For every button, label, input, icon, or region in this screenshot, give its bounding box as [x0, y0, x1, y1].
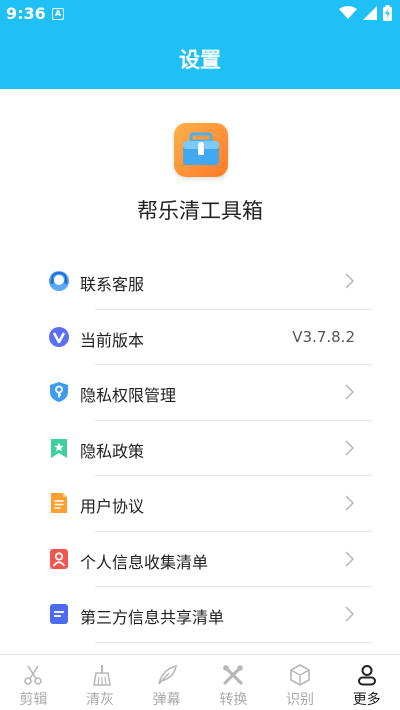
broom-icon: [93, 665, 111, 686]
menu-item-personal-info-list[interactable]: 个人信息收集清单: [0, 532, 400, 587]
version-value: V3.7.8.2: [292, 327, 355, 346]
tab-clean[interactable]: 清灰: [67, 655, 134, 710]
status-time: 9:36: [6, 4, 46, 23]
person-icon: [357, 665, 376, 686]
divider: [95, 641, 372, 643]
tab-recognize[interactable]: 识别: [267, 655, 334, 710]
status-bar: 9:36 A: [0, 0, 400, 28]
tab-label: 弹幕: [152, 692, 181, 708]
person-card-icon: [50, 548, 68, 569]
menu-item-label: 隐私政策: [80, 441, 145, 461]
tab-label: 识别: [286, 692, 315, 708]
tab-label: 清灰: [86, 692, 114, 708]
menu-item-privacy-permissions[interactable]: 隐私权限管理: [0, 365, 400, 421]
chevron-right-icon: [345, 384, 354, 400]
chevron-right-icon: [345, 606, 354, 622]
menu-item-third-party-list[interactable]: 第三方信息共享清单: [0, 587, 400, 643]
menu-item-label: 隐私权限管理: [80, 386, 177, 405]
status-icons: [339, 5, 392, 21]
battery-icon: [383, 5, 392, 21]
tools-icon: [223, 665, 244, 685]
menu-item-user-agreement[interactable]: 用户协议: [0, 476, 400, 532]
chevron-right-icon: [345, 273, 354, 289]
cube-icon: [290, 664, 310, 686]
settings-menu: 联系客服 当前版本 V3.7.8.2 隐私权限管理 隐私政策 用户协议 个人信息…: [0, 254, 400, 643]
page-title: 设置: [179, 48, 221, 72]
feather-icon: [157, 664, 177, 685]
wifi-icon: [339, 6, 357, 19]
tab-edit[interactable]: 剪辑: [0, 655, 67, 710]
notification-icon: A: [52, 8, 64, 20]
menu-item-privacy-policy[interactable]: 隐私政策: [0, 421, 400, 476]
chevron-right-icon: [345, 495, 354, 511]
scissors-icon: [24, 665, 43, 685]
chevron-right-icon: [345, 550, 354, 567]
menu-item-customer-service[interactable]: 联系客服: [0, 254, 400, 310]
menu-item-label: 第三方信息共享清单: [80, 608, 225, 627]
menu-item-label: 个人信息收集清单: [80, 552, 209, 572]
tab-danmaku[interactable]: 弹幕: [133, 655, 200, 710]
menu-item-version[interactable]: 当前版本 V3.7.8.2: [0, 310, 400, 365]
menu-item-label: 当前版本: [80, 330, 145, 350]
shield-key-icon: [50, 382, 68, 402]
document-icon: [51, 493, 67, 513]
tab-more[interactable]: 更多: [333, 655, 400, 710]
header-bar: 9:36 A 设置: [0, 0, 400, 89]
tab-label: 更多: [352, 692, 381, 708]
menu-item-label: 用户协议: [80, 497, 145, 516]
app-name: 帮乐清工具箱: [137, 199, 263, 223]
list-card-icon: [50, 604, 68, 624]
bottom-tab-bar: 剪辑 清灰 弹幕 转换 识别 更多: [0, 654, 400, 710]
version-v-icon: [49, 326, 69, 347]
customer-service-icon: [49, 271, 69, 291]
tab-convert[interactable]: 转换: [200, 655, 267, 710]
bookmark-star-icon: [51, 438, 67, 458]
signal-icon: [363, 6, 377, 20]
chevron-right-icon: [345, 439, 354, 456]
tab-label: 转换: [219, 692, 248, 708]
toolbox-icon: [174, 123, 228, 177]
tab-label: 剪辑: [19, 692, 48, 708]
menu-item-label: 联系客服: [80, 275, 145, 294]
